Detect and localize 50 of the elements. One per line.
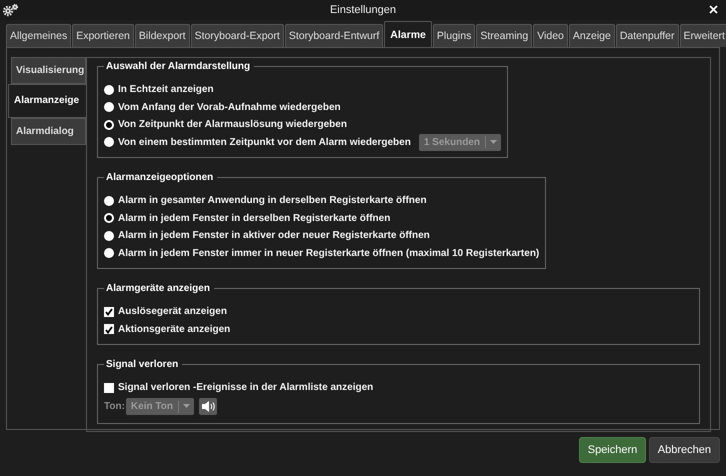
radio-label: Alarm in gesamter Anwendung in derselben Registerkarte öffnen bbox=[118, 194, 427, 208]
radio-label: Alarm in jedem Fenster in aktiver oder neuer Registerkarte öffnen bbox=[118, 229, 430, 244]
tab[interactable]: Storyboard-Entwurf bbox=[284, 24, 384, 47]
field-label: Ton: bbox=[104, 400, 125, 414]
tab[interactable]: Datenpuffer bbox=[616, 24, 679, 47]
radio-button[interactable] bbox=[104, 213, 114, 224]
side-tab[interactable]: Visualisierung bbox=[11, 57, 86, 84]
checkbox[interactable] bbox=[104, 382, 114, 393]
radio-button[interactable] bbox=[104, 137, 114, 148]
group-title: Signal verloren bbox=[104, 358, 182, 371]
speaker-button[interactable] bbox=[198, 398, 217, 415]
radio-label: Vom Anfang der Vorab-Aufnahme wiedergeben bbox=[118, 100, 341, 115]
tab[interactable]: Anzeige bbox=[568, 24, 615, 47]
checkbox-label: Aktionsgeräte anzeigen bbox=[118, 322, 230, 337]
radio-label: Von Zeitpunkt der Alarmauslösung wiedergeben bbox=[118, 118, 347, 132]
tab[interactable]: Allgemeines bbox=[6, 24, 72, 47]
tab[interactable]: Erweitert bbox=[680, 24, 726, 47]
checkbox-label: Signal verloren -Ereignisse in der Alarmliste anzeigen bbox=[118, 381, 374, 396]
radio-button[interactable] bbox=[104, 84, 114, 95]
radio-label: Alarm in jedem Fenster in derselben Registerkarte öffnen bbox=[118, 212, 390, 226]
tab[interactable]: Alarme bbox=[384, 21, 432, 47]
window-title: Einstellungen bbox=[330, 4, 396, 16]
radio-button[interactable] bbox=[104, 196, 114, 206]
radio-label: Von einem bestimmten Zeitpunkt vor dem Alarm wiedergeben bbox=[118, 136, 411, 150]
caret-icon bbox=[182, 404, 190, 408]
checkbox-label: Auslösegerät anzeigen bbox=[118, 305, 227, 320]
group-title: Alarmgeräte anzeigen bbox=[104, 282, 214, 295]
close-icon bbox=[709, 5, 718, 14]
radio-button[interactable] bbox=[104, 120, 114, 130]
tab[interactable]: Video bbox=[533, 24, 568, 47]
side-tab[interactable]: Alarmanzeige bbox=[8, 84, 86, 118]
group-title: Auswahl der Alarmdarstellung bbox=[104, 60, 254, 73]
gears-icon bbox=[3, 3, 19, 17]
tab[interactable]: Storyboard-Export bbox=[190, 24, 284, 47]
tab[interactable]: Plugins bbox=[432, 24, 476, 47]
save-button[interactable]: Speichern bbox=[578, 436, 646, 463]
cancel-button[interactable]: Abbrechen bbox=[648, 436, 720, 463]
radio-button[interactable] bbox=[104, 230, 114, 241]
radio-button[interactable] bbox=[104, 248, 114, 258]
radio-label: Alarm in jedem Fenster immer in neuer Registerkarte öffnen (maximal 10 Registerkarten) bbox=[118, 246, 540, 261]
caret-icon bbox=[490, 140, 497, 144]
checkbox[interactable] bbox=[104, 324, 114, 334]
side-tab[interactable]: Alarmdialog bbox=[11, 118, 86, 145]
tab[interactable]: Streaming bbox=[476, 24, 532, 47]
tab[interactable]: Bildexport bbox=[134, 24, 190, 47]
radio-label: In Echtzeit anzeigen bbox=[118, 83, 214, 98]
tab[interactable]: Exportieren bbox=[72, 24, 134, 47]
checkbox[interactable] bbox=[104, 306, 114, 317]
group-title: Alarmanzeigeoptionen bbox=[104, 171, 218, 184]
radio-button[interactable] bbox=[104, 102, 114, 112]
